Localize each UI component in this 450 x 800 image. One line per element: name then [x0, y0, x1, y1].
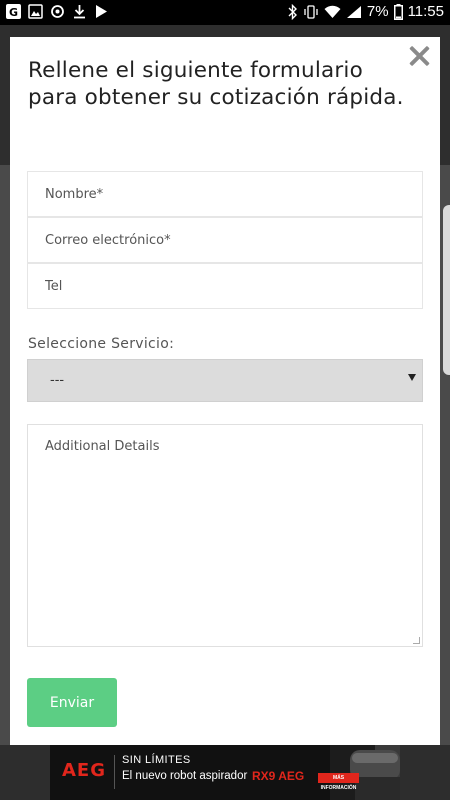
dropdown-arrow-icon [408, 374, 416, 381]
notification-icons: G [6, 4, 109, 19]
tel-input[interactable] [28, 264, 422, 308]
ad-brand-logo: AEG [62, 760, 107, 781]
sync-icon [50, 4, 65, 19]
details-field [27, 424, 423, 647]
service-select[interactable]: --- [27, 359, 423, 402]
clock: 11:55 [407, 3, 444, 20]
battery-icon [393, 3, 403, 20]
ad-banner[interactable]: AEG SIN LÍMITES El nuevo robot aspirador… [50, 745, 400, 800]
tel-field [27, 263, 423, 309]
email-field [27, 217, 423, 263]
modal-title: Rellene el siguiente formulario para obt… [28, 58, 404, 110]
service-selected-value: --- [50, 373, 65, 388]
wifi-icon [324, 5, 341, 19]
system-icons: 7% 11:55 [288, 3, 444, 20]
background-panel [0, 165, 10, 745]
signal-icon [346, 5, 362, 19]
resize-handle-icon[interactable] [413, 637, 420, 644]
name-field [27, 171, 423, 217]
status-bar: G 7% 11:55 [0, 0, 450, 25]
svg-text:G: G [9, 6, 18, 19]
g-icon: G [6, 4, 21, 19]
quote-form-modal: Rellene el siguiente formulario para obt… [10, 37, 440, 745]
details-textarea[interactable] [28, 425, 422, 646]
ad-divider [114, 755, 115, 789]
vibrate-icon [303, 4, 319, 20]
gallery-icon [28, 4, 43, 19]
background-card [443, 205, 450, 375]
name-input[interactable] [28, 172, 422, 216]
play-store-icon [94, 4, 109, 19]
email-input[interactable] [28, 218, 422, 262]
ad-product-name: RX9 AEG [252, 769, 305, 783]
battery-percent: 7% [366, 3, 389, 20]
ad-area: AEG SIN LÍMITES El nuevo robot aspirador… [0, 745, 450, 800]
download-icon [72, 4, 87, 19]
ad-headline: SIN LÍMITES [122, 754, 191, 766]
ad-subline: El nuevo robot aspirador [122, 770, 248, 782]
submit-button[interactable]: Enviar [27, 678, 117, 727]
service-label: Seleccione Servicio: [28, 336, 175, 352]
bluetooth-icon [288, 3, 298, 20]
close-icon[interactable] [406, 43, 432, 69]
ad-cta-button[interactable]: MÁS INFORMACIÓN [318, 773, 359, 791]
